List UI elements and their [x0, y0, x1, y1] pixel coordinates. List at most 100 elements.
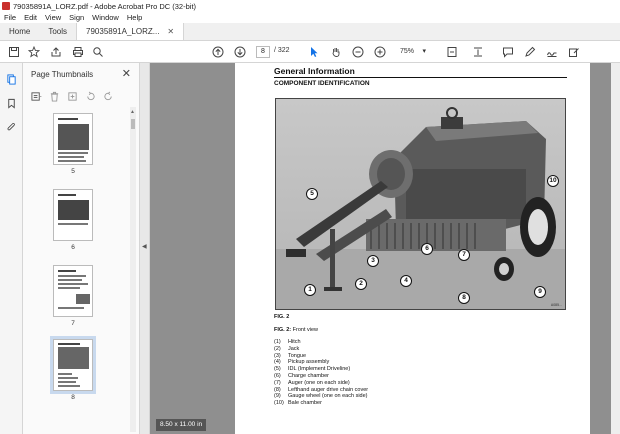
figure-caption: FIG. 2: Front view	[274, 327, 318, 333]
menu-edit[interactable]: Edit	[24, 13, 37, 22]
page-thumbnails-icon[interactable]	[5, 73, 17, 85]
window-title: 79035891A_LORZ.pdf - Adobe Acrobat Pro D…	[13, 1, 197, 11]
legend-number: (5)	[274, 366, 281, 373]
callout-10: 10	[547, 175, 559, 187]
caption-figure-number: FIG. 2:	[274, 327, 292, 333]
rotate-left-icon[interactable]	[83, 90, 97, 102]
thumbnail-page-image	[53, 189, 93, 241]
legend-item: (6) Charge chamber	[274, 373, 474, 380]
legend-number: (6)	[274, 372, 281, 379]
next-page-icon[interactable]	[234, 45, 246, 59]
callout-2: 2	[355, 278, 367, 290]
highlight-pen-icon[interactable]	[524, 45, 536, 59]
legend-item: (10) Bale chamber	[274, 400, 474, 407]
page-number-input[interactable]: 8	[256, 46, 270, 58]
close-tab-icon[interactable]: ✕	[167, 27, 174, 36]
select-pointer-icon[interactable]	[308, 45, 320, 59]
callout-8: 8	[458, 292, 470, 304]
thumbnail-page-image	[53, 265, 93, 317]
tab-tools[interactable]: Tools	[39, 23, 76, 40]
machine-photo: 5 1 2 3 4 6 7 8 9 10 A085...	[275, 98, 566, 310]
legend-item: (2) Jack	[274, 346, 474, 353]
legend-text: Pickup assembly	[288, 359, 330, 366]
legend-item: (5) IDL (Implement Driveline)	[274, 366, 474, 373]
comment-icon[interactable]	[502, 45, 514, 59]
panel-splitter[interactable]: ◀	[140, 63, 150, 434]
legend-number: (9)	[274, 393, 281, 400]
hand-tool-icon[interactable]	[330, 45, 342, 59]
navigation-rail	[0, 63, 23, 434]
document-view[interactable]: General Information COMPONENT IDENTIFICA…	[150, 63, 620, 434]
legend-text: Charge chamber	[288, 372, 329, 379]
callout-9: 9	[534, 286, 546, 298]
previous-page-icon[interactable]	[212, 45, 224, 59]
legend-item: (7) Auger (one on each side)	[274, 380, 474, 387]
more-tools-icon[interactable]	[568, 45, 580, 59]
scroll-up-icon[interactable]: ▲	[130, 109, 135, 115]
collapse-panel-icon[interactable]: ◀	[142, 243, 147, 250]
legend-item: (1) Hitch	[274, 339, 474, 346]
legend-text: IDL (Implement Driveline)	[288, 366, 351, 373]
caption-text: Front view	[292, 327, 319, 333]
close-panel-icon[interactable]: ✕	[122, 67, 131, 80]
menu-sign[interactable]: Sign	[69, 13, 84, 22]
legend-number: (2)	[274, 345, 281, 352]
attachments-icon[interactable]	[5, 121, 17, 133]
legend-text: Gauge wheel (one on each side)	[288, 393, 368, 400]
menu-view[interactable]: View	[45, 13, 61, 22]
tab-document[interactable]: 79035891A_LORZ... ✕	[76, 23, 185, 40]
thumbnail-options-icon[interactable]	[29, 90, 43, 102]
page-count: / 322	[274, 47, 290, 54]
title-bar: 79035891A_LORZ.pdf - Adobe Acrobat Pro D…	[0, 0, 620, 12]
legend-text: Auger (one on each side)	[288, 379, 350, 386]
figure-code: A085...	[550, 303, 562, 307]
callout-7: 7	[458, 249, 470, 261]
heading-rule	[274, 77, 567, 78]
search-icon[interactable]	[92, 45, 104, 59]
page-thumbnail[interactable]: 6	[53, 189, 97, 251]
thumbnail-page-image	[50, 336, 96, 394]
legend-item: (4) Pickup assembly	[274, 359, 474, 366]
delete-page-icon[interactable]	[47, 90, 61, 102]
zoom-out-icon[interactable]	[352, 45, 364, 59]
zoom-in-icon[interactable]	[374, 45, 386, 59]
zoom-value: 75%	[400, 48, 415, 55]
callout-6: 6	[421, 243, 433, 255]
menu-file[interactable]: File	[4, 13, 16, 22]
thumbnail-page-image	[53, 113, 93, 165]
legend-number: (3)	[274, 352, 281, 359]
legend-text: Hitch	[288, 339, 301, 345]
rotate-right-icon[interactable]	[101, 90, 115, 102]
callout-4: 4	[400, 275, 412, 287]
toolbar: 8 / 322 75% ▾	[0, 41, 620, 63]
thumbnails-scrollbar[interactable]: ▲	[130, 107, 136, 432]
callout-3: 3	[367, 255, 379, 267]
document-scrollbar[interactable]	[611, 63, 620, 434]
legend-item: (9) Gauge wheel (one on each side)	[274, 393, 474, 400]
legend-item: (3) Tongue	[274, 353, 474, 360]
page-thumbnail-selected[interactable]: 8	[50, 336, 97, 401]
menu-window[interactable]: Window	[92, 13, 119, 22]
page-thumbnail[interactable]: 5	[53, 113, 97, 175]
print-icon[interactable]	[72, 45, 84, 59]
figure-label: FIG. 2	[274, 314, 290, 320]
insert-page-icon[interactable]	[65, 90, 79, 102]
acrobat-icon	[2, 2, 10, 10]
bookmarks-icon[interactable]	[5, 97, 17, 109]
legend-number: (8)	[274, 386, 281, 393]
tab-home[interactable]: Home	[0, 23, 39, 40]
page-size-indicator: 8.50 x 11.00 in	[156, 419, 207, 431]
page-thumbnail[interactable]: 7	[53, 265, 97, 327]
save-star-icon[interactable]	[8, 45, 20, 59]
share-upload-icon[interactable]	[50, 45, 62, 59]
scroll-mode-icon[interactable]	[472, 45, 484, 59]
legend-number: (1)	[274, 339, 281, 345]
sign-icon[interactable]	[546, 45, 558, 59]
thumbnail-page-number: 6	[71, 244, 75, 251]
scrollbar-thumb[interactable]	[131, 119, 135, 129]
menu-help[interactable]: Help	[127, 13, 142, 22]
section-heading: General Information	[274, 66, 355, 76]
fit-page-icon[interactable]	[446, 45, 458, 59]
bookmark-star-icon[interactable]	[28, 45, 40, 59]
zoom-select[interactable]: 75% ▾	[398, 46, 428, 58]
